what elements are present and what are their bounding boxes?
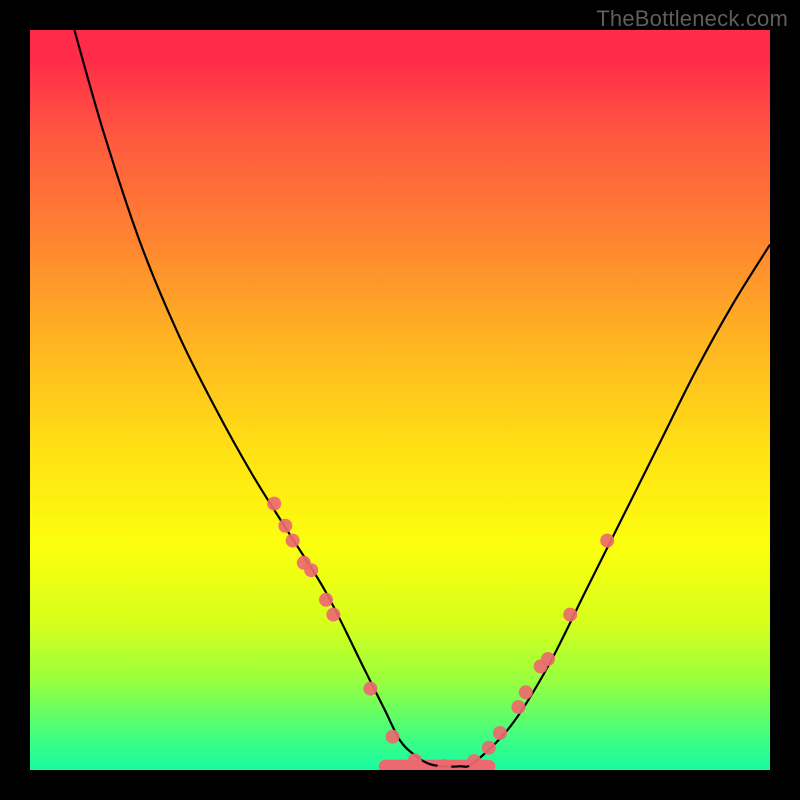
- curve-path: [74, 30, 770, 767]
- watermark-text: TheBottleneck.com: [596, 6, 788, 32]
- chart-frame: TheBottleneck.com: [0, 0, 800, 800]
- markers-group: [267, 497, 614, 770]
- chart-svg: [30, 30, 770, 770]
- plot-area: [30, 30, 770, 770]
